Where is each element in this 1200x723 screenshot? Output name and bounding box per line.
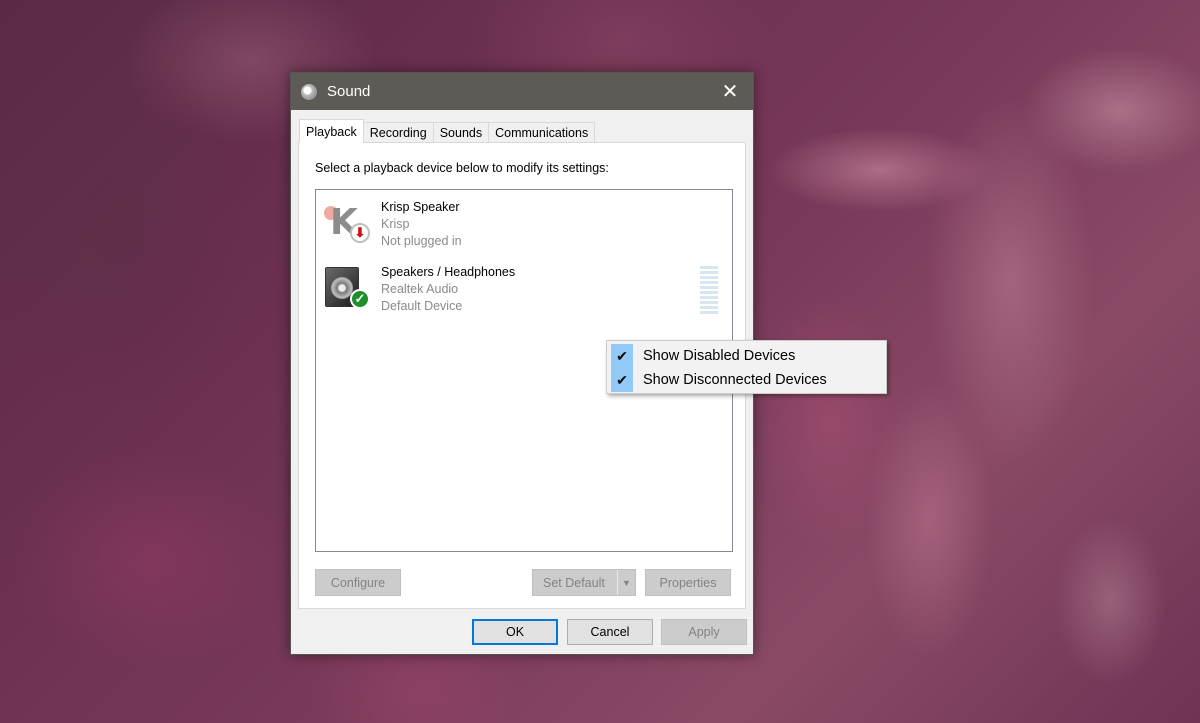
checkmark-icon: ✔ <box>611 344 633 368</box>
device-speakers-headphones[interactable]: ✓ Speakers / Headphones Realtek Audio De… <box>324 265 724 321</box>
apply-button[interactable]: Apply <box>661 619 747 645</box>
set-default-label: Set Default <box>543 575 605 590</box>
tab-communications[interactable]: Communications <box>488 122 596 143</box>
title-bar[interactable]: Sound ✕ <box>291 73 753 110</box>
menu-item-show-disabled-devices[interactable]: ✔ Show Disabled Devices <box>609 344 884 368</box>
device-krisp-speaker[interactable]: K ⬇ Krisp Speaker Krisp Not plugged in <box>324 200 724 256</box>
menu-item-label: Show Disabled Devices <box>643 348 796 364</box>
tab-recording[interactable]: Recording <box>362 122 434 143</box>
ok-button[interactable]: OK <box>472 619 558 645</box>
cancel-button[interactable]: Cancel <box>567 619 653 645</box>
properties-button[interactable]: Properties <box>645 569 731 596</box>
device-list-context-menu: ✔ Show Disabled Devices ✔ Show Disconnec… <box>606 340 887 394</box>
tab-strip: Playback Recording Sounds Communications <box>299 119 596 143</box>
menu-item-label: Show Disconnected Devices <box>643 372 827 388</box>
window-title: Sound <box>327 83 371 100</box>
volume-level-meter <box>700 266 718 316</box>
checkmark-icon: ✔ <box>611 368 633 392</box>
device-driver: Krisp <box>381 217 410 231</box>
speaker-icon: ✓ <box>324 265 372 313</box>
tab-playback[interactable]: Playback <box>299 119 364 143</box>
chevron-down-icon[interactable]: ▼ <box>617 570 635 595</box>
speaker-app-icon <box>301 83 317 100</box>
menu-item-show-disconnected-devices[interactable]: ✔ Show Disconnected Devices <box>609 368 884 392</box>
tab-sounds[interactable]: Sounds <box>432 122 490 143</box>
close-icon: ✕ <box>721 81 739 103</box>
device-status: Default Device <box>381 299 463 313</box>
unplugged-arrow-icon: ⬇ <box>350 223 370 243</box>
close-button[interactable]: ✕ <box>707 73 753 110</box>
configure-button[interactable]: Configure <box>315 569 401 596</box>
device-name: Krisp Speaker <box>381 200 460 214</box>
device-driver: Realtek Audio <box>381 282 459 296</box>
device-status: Not plugged in <box>381 234 462 248</box>
device-name: Speakers / Headphones <box>381 265 516 279</box>
instructions-text: Select a playback device below to modify… <box>315 161 609 175</box>
set-default-button[interactable]: Set Default ▼ <box>532 569 636 596</box>
krisp-icon: K ⬇ <box>324 200 372 248</box>
default-check-icon: ✓ <box>350 289 370 309</box>
